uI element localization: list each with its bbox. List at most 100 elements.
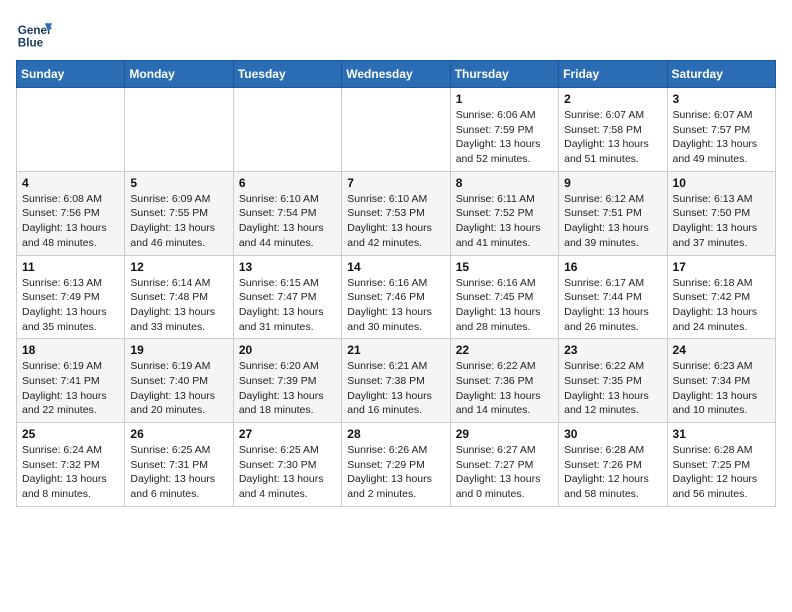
calendar-table: SundayMondayTuesdayWednesdayThursdayFrid… [16,60,776,507]
day-info: Sunrise: 6:11 AM Sunset: 7:52 PM Dayligh… [456,192,553,251]
day-number: 17 [673,260,770,274]
calendar-cell [17,88,125,172]
calendar-cell: 14 Sunrise: 6:16 AM Sunset: 7:46 PM Dayli… [342,255,450,339]
day-info: Sunrise: 6:19 AM Sunset: 7:40 PM Dayligh… [130,359,227,418]
day-info: Sunrise: 6:15 AM Sunset: 7:47 PM Dayligh… [239,276,336,335]
weekday-header-saturday: Saturday [667,61,775,88]
day-info: Sunrise: 6:22 AM Sunset: 7:35 PM Dayligh… [564,359,661,418]
day-info: Sunrise: 6:25 AM Sunset: 7:30 PM Dayligh… [239,443,336,502]
calendar-cell: 31Sunrise: 6:28 AM Sunset: 7:25 PM Dayli… [667,423,775,507]
day-info: Sunrise: 6:14 AM Sunset: 7:48 PM Dayligh… [130,276,227,335]
calendar-cell: 4 Sunrise: 6:08 AM Sunset: 7:56 PM Daylig… [17,171,125,255]
day-number: 26 [130,427,227,441]
logo-icon: General Blue [16,16,52,52]
day-info: Sunrise: 6:28 AM Sunset: 7:26 PM Dayligh… [564,443,661,502]
calendar-cell: 17 Sunrise: 6:18 AM Sunset: 7:42 PM Dayli… [667,255,775,339]
calendar-cell [342,88,450,172]
day-info: Sunrise: 6:28 AM Sunset: 7:25 PM Dayligh… [673,443,770,502]
svg-text:Blue: Blue [18,37,44,50]
weekday-header-row: SundayMondayTuesdayWednesdayThursdayFrid… [17,61,776,88]
calendar-week-5: 25 Sunrise: 6:24 AM Sunset: 7:32 PM Dayli… [17,423,776,507]
day-info: Sunrise: 6:23 AM Sunset: 7:34 PM Dayligh… [673,359,770,418]
calendar-cell: 5Sunrise: 6:09 AM Sunset: 7:55 PM Daylig… [125,171,233,255]
day-info: Sunrise: 6:06 AM Sunset: 7:59 PM Dayligh… [456,108,553,167]
calendar-cell: 7 Sunrise: 6:10 AM Sunset: 7:53 PM Daylig… [342,171,450,255]
day-number: 8 [456,176,553,190]
day-info: Sunrise: 6:10 AM Sunset: 7:53 PM Dayligh… [347,192,444,251]
calendar-week-4: 18 Sunrise: 6:19 AM Sunset: 7:41 PM Dayli… [17,339,776,423]
day-number: 25 [22,427,119,441]
day-number: 4 [22,176,119,190]
weekday-header-thursday: Thursday [450,61,558,88]
calendar-cell: 20 Sunrise: 6:20 AM Sunset: 7:39 PM Dayli… [233,339,341,423]
day-number: 30 [564,427,661,441]
calendar-cell: 6Sunrise: 6:10 AM Sunset: 7:54 PM Daylig… [233,171,341,255]
weekday-header-tuesday: Tuesday [233,61,341,88]
day-number: 28 [347,427,444,441]
day-info: Sunrise: 6:13 AM Sunset: 7:49 PM Dayligh… [22,276,119,335]
calendar-cell: 28Sunrise: 6:26 AM Sunset: 7:29 PM Dayli… [342,423,450,507]
day-number: 9 [564,176,661,190]
day-number: 20 [239,343,336,357]
day-info: Sunrise: 6:24 AM Sunset: 7:32 PM Dayligh… [22,443,119,502]
day-info: Sunrise: 6:17 AM Sunset: 7:44 PM Dayligh… [564,276,661,335]
day-info: Sunrise: 6:08 AM Sunset: 7:56 PM Dayligh… [22,192,119,251]
day-number: 29 [456,427,553,441]
day-number: 24 [673,343,770,357]
calendar-cell [125,88,233,172]
day-number: 14 [347,260,444,274]
day-number: 23 [564,343,661,357]
day-info: Sunrise: 6:21 AM Sunset: 7:38 PM Dayligh… [347,359,444,418]
calendar-cell: 19 Sunrise: 6:19 AM Sunset: 7:40 PM Dayli… [125,339,233,423]
calendar-week-1: 1 Sunrise: 6:06 AM Sunset: 7:59 PM Daylig… [17,88,776,172]
calendar-cell: 9 Sunrise: 6:12 AM Sunset: 7:51 PM Daylig… [559,171,667,255]
calendar-cell: 23 Sunrise: 6:22 AM Sunset: 7:35 PM Dayli… [559,339,667,423]
day-number: 10 [673,176,770,190]
calendar-cell: 27Sunrise: 6:25 AM Sunset: 7:30 PM Dayli… [233,423,341,507]
day-info: Sunrise: 6:07 AM Sunset: 7:57 PM Dayligh… [673,108,770,167]
day-number: 19 [130,343,227,357]
day-number: 15 [456,260,553,274]
day-info: Sunrise: 6:16 AM Sunset: 7:45 PM Dayligh… [456,276,553,335]
day-info: Sunrise: 6:22 AM Sunset: 7:36 PM Dayligh… [456,359,553,418]
calendar-cell: 1 Sunrise: 6:06 AM Sunset: 7:59 PM Daylig… [450,88,558,172]
day-number: 18 [22,343,119,357]
calendar-cell: 22 Sunrise: 6:22 AM Sunset: 7:36 PM Dayli… [450,339,558,423]
day-number: 22 [456,343,553,357]
day-number: 21 [347,343,444,357]
day-info: Sunrise: 6:13 AM Sunset: 7:50 PM Dayligh… [673,192,770,251]
calendar-cell: 3Sunrise: 6:07 AM Sunset: 7:57 PM Daylig… [667,88,775,172]
calendar-cell: 21 Sunrise: 6:21 AM Sunset: 7:38 PM Dayli… [342,339,450,423]
calendar-cell: 8 Sunrise: 6:11 AM Sunset: 7:52 PM Daylig… [450,171,558,255]
calendar-cell: 16Sunrise: 6:17 AM Sunset: 7:44 PM Dayli… [559,255,667,339]
day-number: 1 [456,92,553,106]
day-number: 12 [130,260,227,274]
calendar-cell: 18 Sunrise: 6:19 AM Sunset: 7:41 PM Dayli… [17,339,125,423]
day-info: Sunrise: 6:12 AM Sunset: 7:51 PM Dayligh… [564,192,661,251]
weekday-header-friday: Friday [559,61,667,88]
page-header: General Blue [16,16,776,52]
calendar-cell [233,88,341,172]
day-info: Sunrise: 6:19 AM Sunset: 7:41 PM Dayligh… [22,359,119,418]
day-info: Sunrise: 6:25 AM Sunset: 7:31 PM Dayligh… [130,443,227,502]
day-info: Sunrise: 6:16 AM Sunset: 7:46 PM Dayligh… [347,276,444,335]
day-info: Sunrise: 6:20 AM Sunset: 7:39 PM Dayligh… [239,359,336,418]
weekday-header-wednesday: Wednesday [342,61,450,88]
calendar-cell: 12 Sunrise: 6:14 AM Sunset: 7:48 PM Dayli… [125,255,233,339]
logo: General Blue [16,16,52,52]
calendar-cell: 11 Sunrise: 6:13 AM Sunset: 7:49 PM Dayli… [17,255,125,339]
day-info: Sunrise: 6:07 AM Sunset: 7:58 PM Dayligh… [564,108,661,167]
calendar-cell: 15 Sunrise: 6:16 AM Sunset: 7:45 PM Dayli… [450,255,558,339]
day-info: Sunrise: 6:10 AM Sunset: 7:54 PM Dayligh… [239,192,336,251]
calendar-cell: 30 Sunrise: 6:28 AM Sunset: 7:26 PM Dayli… [559,423,667,507]
weekday-header-monday: Monday [125,61,233,88]
day-info: Sunrise: 6:27 AM Sunset: 7:27 PM Dayligh… [456,443,553,502]
day-info: Sunrise: 6:18 AM Sunset: 7:42 PM Dayligh… [673,276,770,335]
calendar-week-2: 4 Sunrise: 6:08 AM Sunset: 7:56 PM Daylig… [17,171,776,255]
calendar-cell: 13Sunrise: 6:15 AM Sunset: 7:47 PM Dayli… [233,255,341,339]
calendar-cell: 26 Sunrise: 6:25 AM Sunset: 7:31 PM Dayli… [125,423,233,507]
weekday-header-sunday: Sunday [17,61,125,88]
day-number: 11 [22,260,119,274]
day-number: 7 [347,176,444,190]
calendar-cell: 2Sunrise: 6:07 AM Sunset: 7:58 PM Daylig… [559,88,667,172]
